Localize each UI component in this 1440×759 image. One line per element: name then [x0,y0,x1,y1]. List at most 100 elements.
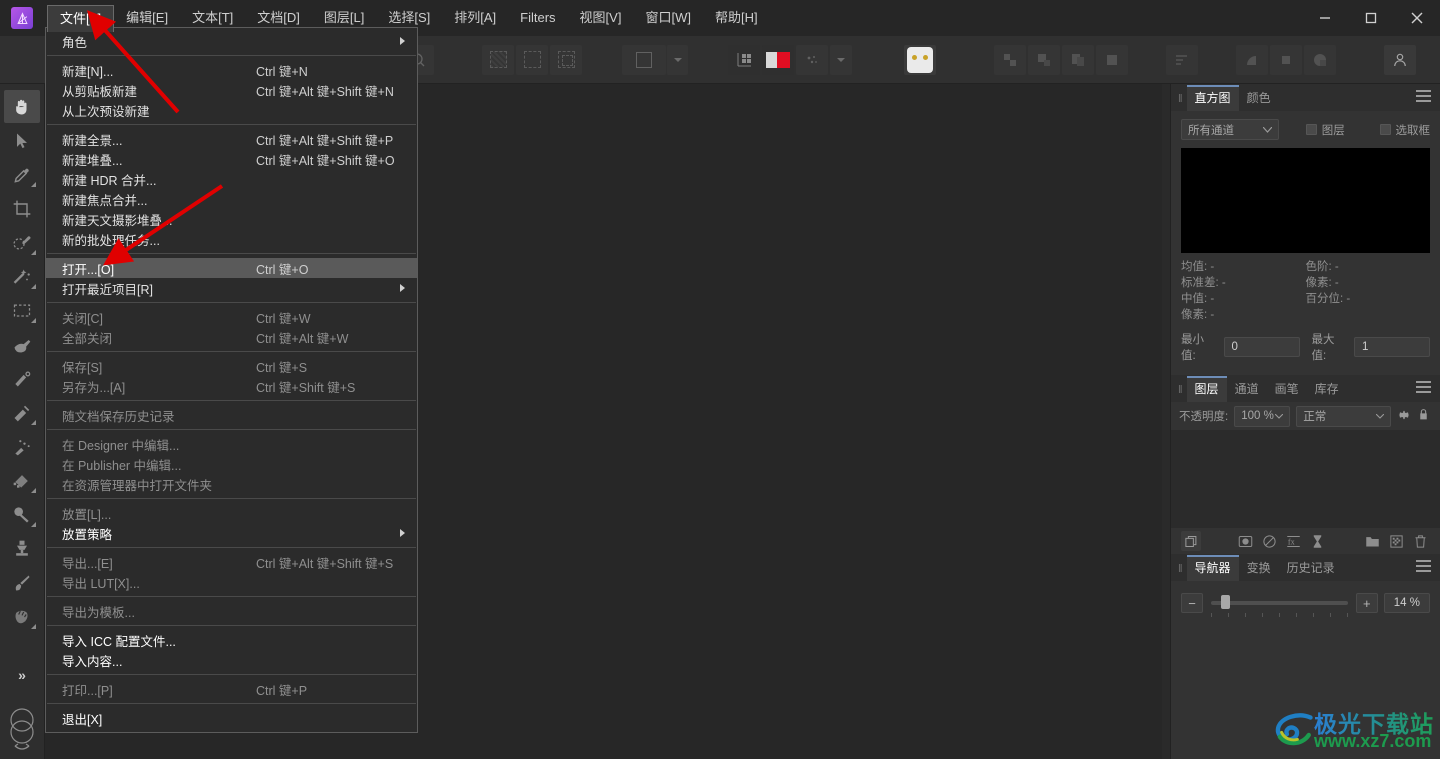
menu-item-close-all[interactable]: 全部关闭 Ctrl 键+Alt 键+W [46,327,417,347]
blend-2-icon[interactable] [1270,45,1302,75]
selection-brush-tool[interactable] [4,226,40,259]
menu-window[interactable]: 窗口[W] [633,5,703,31]
menu-view[interactable]: 视图[V] [568,5,634,31]
menu-item-new-focus-merge[interactable]: 新建焦点合并... [46,189,417,209]
navigator-panel-menu-icon[interactable] [1416,560,1431,575]
tab-channels[interactable]: 通道 [1227,378,1267,402]
hand-tool[interactable] [4,90,40,123]
marquee-tool[interactable] [4,294,40,327]
gear-icon[interactable] [1397,408,1411,425]
menu-item-new-hdr-merge[interactable]: 新建 HDR 合并... [46,169,417,189]
paint-tool[interactable] [4,328,40,361]
layer-checkbox[interactable]: 图层 [1306,122,1345,138]
zoom-slider[interactable] [1211,594,1348,612]
move-tool[interactable] [4,124,40,157]
duplicate-layer-icon[interactable] [1181,531,1201,551]
max-input[interactable]: 1 [1354,337,1430,357]
tab-layers[interactable]: 图层 [1187,376,1227,402]
align-1-icon[interactable] [994,45,1026,75]
layers-panel-menu-icon[interactable] [1416,381,1431,396]
menu-item-edit-in-publisher[interactable]: 在 Publisher 中编辑... [46,454,417,474]
snapping-grid-icon[interactable] [728,45,760,75]
tab-histogram[interactable]: 直方图 [1187,85,1239,111]
crop-tool[interactable] [4,192,40,225]
maximize-icon[interactable] [1348,0,1394,36]
menu-arrange[interactable]: 排列[A] [442,5,508,31]
foreground-background-rings-icon[interactable] [4,706,40,759]
menu-item-export-lut[interactable]: 导出 LUT[X]... [46,572,417,592]
menu-item-save-history-with-document[interactable]: 随文档保存历史记录 [46,405,417,425]
histogram-panel-menu-icon[interactable] [1416,90,1431,105]
clone-stamp-tool[interactable] [4,532,40,565]
close-icon[interactable] [1394,0,1440,36]
canvas-vertical-scrollbar[interactable] [1162,84,1170,759]
shape-outline-icon[interactable] [622,45,666,75]
menu-item-export[interactable]: 导出...[E] Ctrl 键+Alt 键+Shift 键+S [46,552,417,572]
menu-item-role[interactable]: 角色 [46,31,417,51]
tab-stock[interactable]: 库存 [1307,378,1347,402]
menu-item-open-folder-in-explorer[interactable]: 在资源管理器中打开文件夹 [46,474,417,494]
align-3-icon[interactable] [1062,45,1094,75]
shape-dropdown-chevron-icon[interactable] [666,45,688,75]
grid-mask-icon[interactable] [1386,531,1406,551]
smudge-tool[interactable] [4,362,40,395]
menu-item-new-astrophotography-stack[interactable]: 新建天文摄影堆叠... [46,209,417,229]
account-person-icon[interactable] [1384,45,1416,75]
noise-dropdown-chevron-icon[interactable] [830,45,852,75]
min-input[interactable]: 0 [1224,337,1300,357]
menu-item-import-content[interactable]: 导入内容... [46,650,417,670]
noise-icon[interactable] [796,45,828,75]
channel-select[interactable]: 所有通道 [1181,119,1279,140]
flood-select-tool[interactable] [4,260,40,293]
align-4-icon[interactable] [1096,45,1128,75]
panel-drag-grip[interactable]: ‖ [1175,93,1187,111]
menu-item-close[interactable]: 关闭[C] Ctrl 键+W [46,307,417,327]
mask-icon[interactable] [1236,531,1256,551]
dodge-tool[interactable] [4,430,40,463]
hourglass-icon[interactable] [1308,531,1328,551]
menu-item-open-recent[interactable]: 打开最近项目[R] [46,278,417,298]
zoom-out-button[interactable]: − [1181,593,1203,613]
menu-item-import-icc-profile[interactable]: 导入 ICC 配置文件... [46,630,417,650]
layer-checkbox-box[interactable] [1306,124,1317,135]
menu-filters[interactable]: Filters [508,5,567,31]
blemish-remover-tool[interactable] [4,464,40,497]
marquee-hatch-icon[interactable] [482,45,514,75]
menu-item-placement-policy[interactable]: 放置策略 [46,523,417,543]
delete-trash-icon[interactable] [1410,531,1430,551]
menu-item-save-as[interactable]: 另存为...[A] Ctrl 键+Shift 键+S [46,376,417,396]
sponge-tool[interactable] [4,600,40,633]
file-menu-dropdown[interactable]: 角色 新建[N]... Ctrl 键+N 从剪贴板新建 Ctrl 键+Alt 键… [45,27,418,733]
align-2-icon[interactable] [1028,45,1060,75]
blend-3-icon[interactable] [1304,45,1336,75]
lock-icon[interactable] [1417,408,1430,424]
inpainting-tool[interactable] [4,566,40,599]
menu-item-save[interactable]: 保存[S] Ctrl 键+S [46,356,417,376]
blur-tool[interactable] [4,498,40,531]
live-filter-icon[interactable]: fx [1284,531,1304,551]
layers-panel-drag-grip[interactable]: ‖ [1175,384,1187,402]
menu-file[interactable]: 文件[F] [47,5,114,32]
menu-item-new-batch-job[interactable]: 新的批处理任务... [46,229,417,249]
tab-transform[interactable]: 变换 [1239,557,1279,581]
zoom-in-button[interactable]: + [1356,593,1378,613]
blend-1-icon[interactable] [1236,45,1268,75]
erase-brush-tool[interactable] [4,396,40,429]
group-folder-icon[interactable] [1362,531,1382,551]
tab-history[interactable]: 历史记录 [1279,557,1343,581]
assistant-robot-icon[interactable] [904,45,936,75]
more-tools-button[interactable]: » [4,658,40,691]
menu-item-exit[interactable]: 退出[X] [46,708,417,728]
color-picker-tool[interactable] [4,158,40,191]
menu-item-place[interactable]: 放置[L]... [46,503,417,523]
opacity-select[interactable]: 100 % [1234,406,1290,427]
layers-list[interactable] [1171,430,1440,528]
menu-item-new-from-last-preset[interactable]: 从上次预设新建 [46,100,417,120]
menu-help[interactable]: 帮助[H] [703,5,770,31]
zoom-level-field[interactable]: 14 % [1384,593,1430,613]
menu-item-print[interactable]: 打印...[P] Ctrl 键+P [46,679,417,699]
menu-item-open[interactable]: 打开...[O] Ctrl 键+O [46,258,417,278]
minimize-icon[interactable] [1302,0,1348,36]
menu-item-export-as-template[interactable]: 导出为模板... [46,601,417,621]
tab-color[interactable]: 颜色 [1239,87,1279,111]
